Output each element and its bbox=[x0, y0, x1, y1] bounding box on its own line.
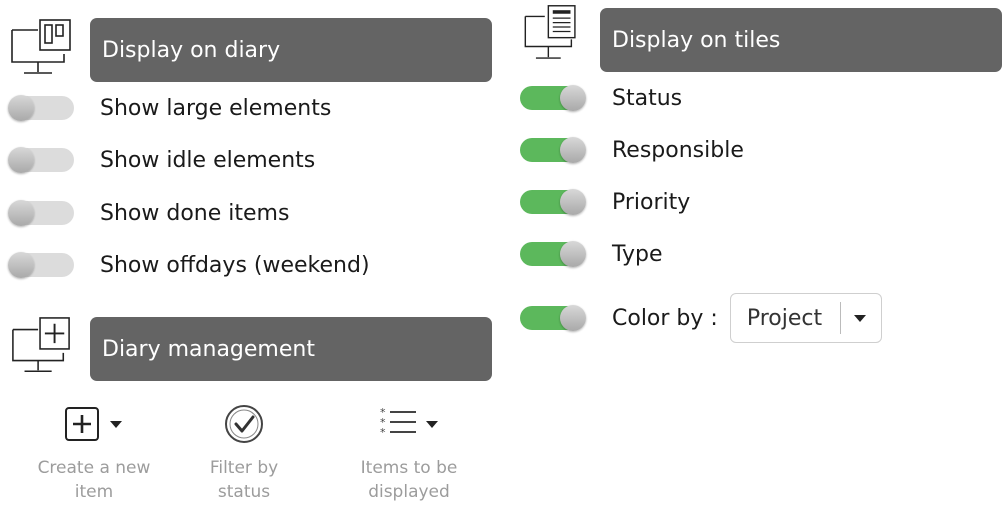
done-items-toggle[interactable] bbox=[8, 200, 74, 226]
create-item-label: Create a new item bbox=[37, 458, 151, 502]
filter-status-label: Filter by status bbox=[209, 458, 279, 502]
toggle-row-responsible[interactable]: Responsible bbox=[520, 135, 744, 165]
toggle-label: Priority bbox=[612, 189, 691, 215]
diary-management-title: Diary management bbox=[90, 317, 492, 381]
color-by-selected-value: Project bbox=[746, 305, 823, 331]
toggle-row-done-items[interactable]: Show done items bbox=[8, 198, 290, 228]
responsible-toggle[interactable] bbox=[520, 137, 586, 163]
toggle-label: Show done items bbox=[100, 200, 290, 226]
toggle-label: Status bbox=[612, 85, 683, 111]
create-item-tool[interactable]: Create a new item bbox=[14, 402, 174, 504]
toggle-row-color-by[interactable]: Color by : Project bbox=[520, 291, 883, 345]
toggle-label: Show large elements bbox=[100, 95, 332, 121]
type-toggle[interactable] bbox=[520, 241, 586, 267]
toggle-label: Show idle elements bbox=[100, 147, 316, 173]
toggle-row-type[interactable]: Type bbox=[520, 239, 663, 269]
toggle-row-status[interactable]: Status bbox=[520, 83, 682, 113]
toggle-row-priority[interactable]: Priority bbox=[520, 187, 690, 217]
toggle-label: Responsible bbox=[612, 137, 744, 163]
diary-display-header: Display on diary bbox=[10, 18, 494, 84]
caret-down-icon bbox=[426, 421, 438, 428]
status-toggle[interactable] bbox=[520, 85, 586, 111]
diary-display-title: Display on diary bbox=[90, 18, 492, 82]
plus-box-icon bbox=[65, 407, 99, 441]
priority-toggle[interactable] bbox=[520, 189, 586, 215]
color-by-select[interactable]: Project bbox=[729, 293, 883, 343]
monitor-board-icon bbox=[11, 19, 71, 74]
filter-status-tool[interactable]: Filter by status bbox=[194, 402, 294, 504]
select-divider bbox=[840, 302, 842, 334]
toggle-label: Type bbox=[612, 241, 663, 267]
items-displayed-tool[interactable]: * * * Items to be displayed bbox=[334, 402, 484, 504]
toggle-row-idle-elements[interactable]: Show idle elements bbox=[8, 145, 316, 175]
diary-management-header: Diary management bbox=[10, 314, 494, 382]
toggle-row-large-elements[interactable]: Show large elements bbox=[8, 93, 332, 123]
color-by-toggle[interactable] bbox=[520, 305, 586, 331]
svg-text:*: * bbox=[380, 426, 386, 439]
tiles-display-header: Display on tiles bbox=[520, 4, 1004, 76]
monitor-plus-icon bbox=[12, 317, 70, 372]
items-displayed-label: Items to be displayed bbox=[360, 458, 458, 502]
toggle-label: Show offdays (weekend) bbox=[100, 252, 370, 278]
idle-elements-toggle[interactable] bbox=[8, 147, 74, 173]
caret-down-icon bbox=[854, 314, 867, 322]
list-icon: * * * bbox=[380, 406, 416, 439]
offdays-toggle[interactable] bbox=[8, 252, 74, 278]
caret-down-icon bbox=[110, 421, 122, 428]
toggle-row-offdays[interactable]: Show offdays (weekend) bbox=[8, 250, 370, 280]
monitor-document-icon bbox=[524, 5, 576, 59]
check-circle-icon bbox=[225, 405, 263, 443]
tiles-display-title: Display on tiles bbox=[600, 8, 1002, 72]
large-elements-toggle[interactable] bbox=[8, 95, 74, 121]
color-by-label: Color by : bbox=[612, 305, 718, 331]
